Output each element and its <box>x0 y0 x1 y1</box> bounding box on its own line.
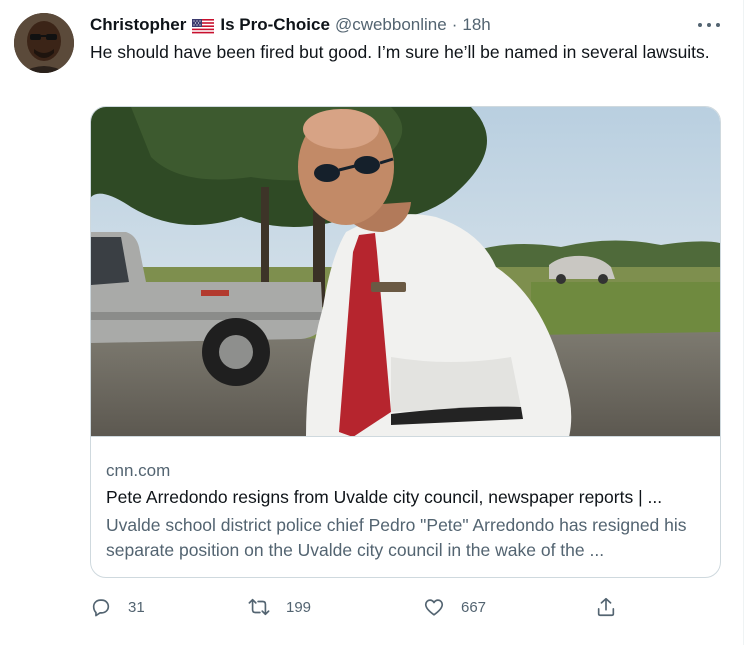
card-description: Uvalde school district police chief Pedr… <box>106 515 687 560</box>
like-count: 667 <box>461 598 487 616</box>
display-name[interactable]: Christopher <box>90 15 186 35</box>
timestamp[interactable]: 18h <box>462 15 490 35</box>
reply-button[interactable]: 31 <box>90 593 145 621</box>
heart-icon <box>424 599 444 616</box>
display-name-suffix[interactable]: Is Pro-Choice <box>220 15 330 35</box>
card-image[interactable] <box>91 107 720 437</box>
separator-dot: · <box>451 15 458 34</box>
reply-count: 31 <box>128 598 145 616</box>
tweet[interactable]: Christopher Is Pro-Choice @cwebbonline ·… <box>0 0 752 645</box>
avatar[interactable] <box>14 13 74 73</box>
retweet-count: 199 <box>286 598 312 616</box>
retweet-button[interactable]: 199 <box>248 593 311 621</box>
timeline-divider <box>743 0 744 645</box>
tweet-actions: 31 199 667 <box>90 593 630 621</box>
retweet-icon <box>248 598 270 616</box>
card-domain: cnn.com <box>106 461 171 480</box>
card-title[interactable]: Pete Arredondo resigns from Uvalde city … <box>106 487 706 508</box>
share-icon <box>597 597 615 617</box>
us-flag-icon <box>192 18 215 34</box>
more-options-icon[interactable] <box>698 16 720 34</box>
tweet-header: Christopher Is Pro-Choice @cwebbonline ·… <box>90 13 491 37</box>
link-card[interactable]: cnn.com Pete Arredondo resigns from Uval… <box>90 106 721 578</box>
share-button[interactable] <box>595 593 617 621</box>
tweet-text: He should have been fired but good. I’m … <box>90 42 710 62</box>
like-button[interactable]: 667 <box>423 593 486 621</box>
reply-icon <box>92 599 110 617</box>
user-handle[interactable]: @cwebbonline <box>335 15 447 35</box>
